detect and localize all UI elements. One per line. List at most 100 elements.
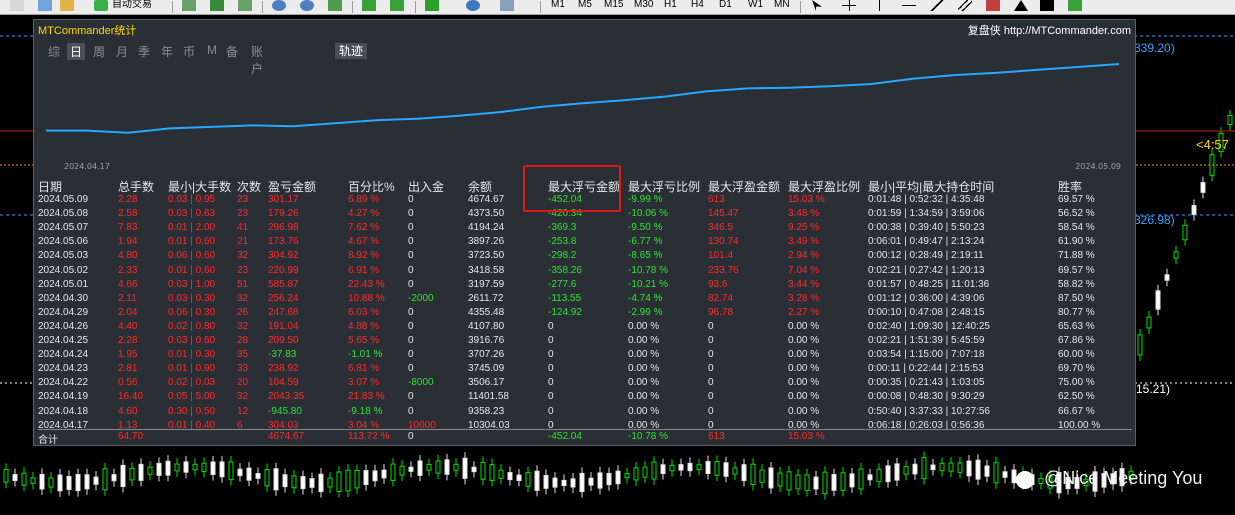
candle-body bbox=[435, 460, 441, 474]
tab-daily[interactable]: 日 bbox=[67, 43, 86, 60]
chart-shift-icon[interactable] bbox=[362, 0, 376, 11]
price-level-label: 15.21) bbox=[1136, 382, 1171, 396]
navigator-icon[interactable] bbox=[60, 0, 74, 11]
table-cell: -37.83 bbox=[268, 349, 297, 361]
auto-trade-icon[interactable] bbox=[94, 0, 108, 11]
table-cell: 96.78 bbox=[708, 306, 734, 318]
line-chart-icon[interactable] bbox=[238, 0, 252, 11]
candle-body bbox=[849, 473, 855, 488]
table-cell: -10.21 % bbox=[628, 278, 669, 290]
equity-curve-chart bbox=[46, 63, 1120, 134]
undo-icon[interactable] bbox=[10, 0, 24, 11]
candle-body bbox=[840, 472, 846, 491]
timeframe-mn[interactable]: MN bbox=[774, 0, 790, 14]
bar-chart-icon[interactable] bbox=[182, 0, 196, 11]
table-cell: -945.80 bbox=[268, 405, 302, 417]
auto-trade-button[interactable]: 自动交易 bbox=[112, 0, 152, 14]
timeframe-m1[interactable]: M1 bbox=[551, 0, 565, 14]
candle-body bbox=[12, 474, 18, 482]
table-cell: 0 bbox=[548, 320, 554, 332]
candle-body bbox=[786, 471, 792, 491]
table-cell: 0 bbox=[708, 349, 714, 361]
tab-notes[interactable]: 备 bbox=[226, 43, 238, 60]
tab-monthly[interactable]: 月 bbox=[116, 43, 128, 60]
header-total-lots: 总手数 bbox=[118, 180, 155, 194]
horizontal-line-icon[interactable] bbox=[902, 0, 916, 11]
timeframe-m5[interactable]: M5 bbox=[578, 0, 592, 14]
candle-body bbox=[372, 470, 378, 482]
candlestick-icon[interactable] bbox=[210, 0, 224, 11]
crosshair-icon[interactable] bbox=[842, 0, 856, 11]
table-cell: 0 bbox=[408, 349, 414, 361]
label-tool-icon[interactable] bbox=[1040, 0, 1054, 11]
header-max-floating-profit-ratio: 最大浮盈比例 bbox=[788, 180, 861, 194]
equidistant-channel-icon[interactable] bbox=[958, 0, 972, 11]
candle-body bbox=[1002, 471, 1008, 478]
arrows-tool-icon[interactable] bbox=[1068, 0, 1082, 11]
text-tool-icon[interactable] bbox=[1014, 0, 1028, 11]
candle-body bbox=[300, 476, 306, 490]
cursor-icon[interactable] bbox=[812, 0, 822, 11]
table-cell: 0 bbox=[408, 405, 414, 417]
table-cell: 41 bbox=[237, 222, 249, 234]
indicators-icon[interactable] bbox=[425, 0, 439, 11]
table-cell: 0.01 | 2.00 bbox=[168, 222, 216, 234]
table-cell: 0.00 % bbox=[628, 335, 660, 346]
periods-icon[interactable] bbox=[466, 0, 480, 11]
timeframe-h1[interactable]: H1 bbox=[664, 0, 677, 14]
header-max-floating-profit: 最大浮盈金额 bbox=[708, 180, 781, 194]
table-cell: 23 bbox=[237, 264, 249, 276]
tab-track[interactable]: 轨迹 bbox=[335, 43, 367, 59]
tab-yearly[interactable]: 年 bbox=[161, 43, 173, 60]
auto-scroll-icon[interactable] bbox=[390, 0, 404, 11]
header-win-rate: 胜率 bbox=[1058, 180, 1083, 194]
candle-body bbox=[1191, 205, 1197, 215]
tab-magic[interactable]: M bbox=[207, 43, 217, 57]
vertical-line-icon[interactable] bbox=[872, 0, 886, 11]
table-cell: 304.92 bbox=[268, 250, 299, 262]
candle-body bbox=[705, 461, 711, 475]
tab-summary[interactable]: 综 bbox=[48, 43, 60, 60]
table-cell: -8.65 % bbox=[628, 250, 663, 262]
timeframe-w1[interactable]: W1 bbox=[748, 0, 763, 14]
panel-website-link[interactable]: 复盘侠 http://MTCommander.com bbox=[968, 22, 1131, 38]
templates-icon[interactable] bbox=[500, 0, 514, 11]
table-cell: 2611.72 bbox=[468, 292, 504, 304]
candle-body bbox=[201, 462, 207, 473]
table-cell: 0.00 % bbox=[788, 391, 820, 403]
tab-currency[interactable]: 币 bbox=[183, 43, 195, 60]
zoom-in-icon[interactable] bbox=[272, 0, 286, 11]
table-cell: 6.81 % bbox=[348, 363, 380, 375]
table-cell: 2043.35 bbox=[268, 391, 305, 403]
table-cell: 3.49 % bbox=[788, 236, 820, 248]
candle-body bbox=[1182, 224, 1188, 241]
table-cell: 58.82 % bbox=[1058, 278, 1095, 290]
candle-body bbox=[237, 468, 243, 477]
candle-body bbox=[21, 472, 27, 486]
timeframe-h4[interactable]: H4 bbox=[691, 0, 704, 14]
candle-body bbox=[687, 462, 693, 472]
table-cell: 4674.67 bbox=[468, 194, 505, 205]
candle-body bbox=[984, 465, 990, 477]
table-cell: -124.92 bbox=[548, 306, 582, 318]
timeframe-d1[interactable]: D1 bbox=[719, 0, 732, 14]
fibonacci-icon[interactable] bbox=[986, 0, 1000, 11]
tab-weekly[interactable]: 周 bbox=[93, 43, 105, 60]
table-cell: 2024.04.25 bbox=[38, 335, 89, 346]
tile-windows-icon[interactable] bbox=[328, 0, 342, 11]
table-cell: -277.6 bbox=[548, 278, 577, 290]
table-cell: 0 bbox=[708, 391, 714, 403]
timeframe-m30[interactable]: M30 bbox=[634, 0, 653, 14]
table-cell: 0.03 | 0.63 bbox=[168, 208, 216, 220]
table-cell: 2024.04.24 bbox=[38, 349, 89, 361]
candle-body bbox=[606, 472, 612, 486]
zoom-out-icon[interactable] bbox=[300, 0, 314, 11]
table-cell: 65.63 % bbox=[1058, 320, 1095, 332]
timeframe-m15[interactable]: M15 bbox=[604, 0, 623, 14]
tab-quarterly[interactable]: 季 bbox=[138, 43, 150, 60]
table-cell: 238.92 bbox=[268, 363, 299, 375]
table-cell: 4.60 bbox=[118, 405, 138, 417]
trendline-icon[interactable] bbox=[930, 0, 944, 11]
profile-icon[interactable] bbox=[38, 0, 52, 11]
candle-body bbox=[714, 461, 720, 476]
